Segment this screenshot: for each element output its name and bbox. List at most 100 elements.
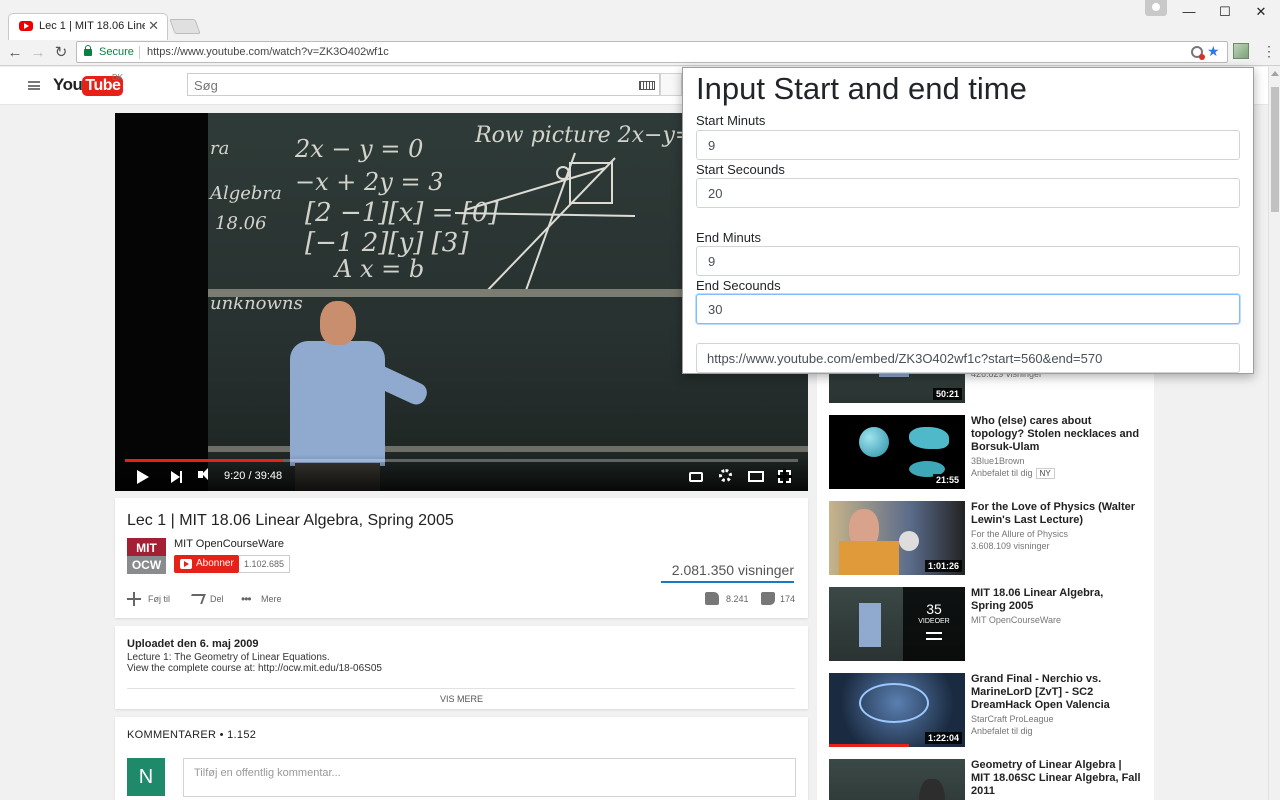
show-more-button[interactable]: VIS MERE: [115, 694, 808, 704]
add-to-button[interactable]: Føj til: [148, 594, 170, 604]
rec-meta: 3.608.109 visninger: [971, 541, 1050, 551]
description-card: Uploadet den 6. maj 2009 Lecture 1: The …: [115, 626, 808, 709]
thumbnail-figure: [859, 603, 881, 647]
upload-date: Uploadet den 6. maj 2009: [127, 638, 259, 650]
reload-icon[interactable]: ↻: [51, 43, 71, 63]
logo-country: DK: [112, 73, 124, 82]
new-badge: NY: [1035, 468, 1055, 479]
blocked-content-icon[interactable]: [1191, 46, 1205, 60]
video-thumbnail[interactable]: 21:55: [829, 415, 965, 489]
profile-icon[interactable]: [1145, 0, 1167, 16]
rec-channel: For the Allure of Physics: [971, 529, 1069, 539]
theater-mode-icon[interactable]: [748, 471, 764, 482]
end-seconds-label: End Secounds: [696, 278, 781, 293]
thumbs-down-icon[interactable]: [761, 592, 775, 605]
rec-title[interactable]: Who (else) cares about topology? Stolen …: [971, 415, 1141, 454]
address-bar[interactable]: Secure https://www.youtube.com/watch?v=Z…: [76, 41, 1228, 63]
subscriber-count: 1.102.685: [239, 555, 291, 573]
rec-channel: 3Blue1Brown: [971, 456, 1025, 466]
more-dots-icon[interactable]: •••: [241, 592, 252, 606]
thumbnail-shirt: [839, 541, 899, 575]
fullscreen-icon[interactable]: [777, 469, 792, 484]
end-seconds-input[interactable]: [696, 294, 1240, 324]
browser-toolbar: ← → ↻ Secure https://www.youtube.com/wat…: [0, 40, 1280, 66]
channel-avatar[interactable]: MIT OCW: [127, 538, 166, 574]
start-seconds-input[interactable]: [696, 178, 1240, 208]
add-to-icon[interactable]: [127, 592, 141, 606]
new-tab-button[interactable]: [169, 19, 201, 34]
youtube-logo[interactable]: You Tube DK: [53, 73, 124, 97]
omnibox-divider: [139, 46, 140, 59]
more-button[interactable]: Mere: [261, 594, 282, 604]
playlist-label: VIDEOER: [918, 618, 950, 625]
time-display: 9:20 / 39:48: [224, 470, 283, 482]
share-button[interactable]: Del: [210, 594, 224, 604]
hamburger-menu-icon[interactable]: [28, 81, 40, 90]
rec-channel: MIT OpenCourseWare: [971, 615, 1062, 625]
comment-input[interactable]: Tilføj en offentlig kommentar...: [183, 758, 796, 797]
list-item[interactable]: 35 VIDEOER MIT 18.06 Linear Algebra, Spr…: [829, 587, 1149, 665]
thumbs-up-icon[interactable]: [705, 592, 719, 605]
list-item[interactable]: Geometry of Linear Algebra | MIT 18.06SC…: [829, 759, 1149, 800]
description-divider: [127, 688, 795, 689]
playlist-thumbnail[interactable]: 35 VIDEOER: [829, 587, 965, 661]
video-thumbnail[interactable]: 1:01:26: [829, 501, 965, 575]
page-scrollbar[interactable]: [1268, 67, 1280, 800]
rec-channel: StarCraft ProLeague: [971, 714, 1054, 724]
subscribe-button[interactable]: Abonner: [174, 555, 239, 573]
like-count: 8.241: [726, 594, 749, 604]
description-line: View the complete course at: http://ocw.…: [127, 663, 382, 674]
embed-url-output[interactable]: https://www.youtube.com/embed/ZK3O402wf1…: [696, 343, 1240, 373]
share-icon[interactable]: [188, 594, 206, 604]
tab-close-icon[interactable]: ✕: [148, 18, 159, 34]
rec-title[interactable]: For the Love of Physics (Walter Lewin's …: [971, 501, 1141, 527]
browser-menu-icon[interactable]: ⋮: [1262, 43, 1276, 60]
list-item[interactable]: 21:55 Who (else) cares about topology? S…: [829, 415, 1149, 493]
search-input[interactable]: [194, 78, 614, 93]
extension-icon[interactable]: [1233, 43, 1249, 59]
browser-tab[interactable]: Lec 1 | MIT 18.06 Linear A ✕: [8, 13, 168, 40]
avatar: N: [127, 758, 165, 796]
rec-title[interactable]: Geometry of Linear Algebra | MIT 18.06SC…: [971, 759, 1141, 798]
close-window-button[interactable]: ✕: [1238, 2, 1280, 22]
video-thumbnail[interactable]: 1:22:04: [829, 673, 965, 747]
volume-icon[interactable]: [198, 468, 208, 480]
channel-name[interactable]: MIT OpenCourseWare: [174, 538, 284, 550]
progress-bar[interactable]: [125, 459, 798, 462]
next-icon[interactable]: [171, 471, 182, 483]
chalk-text: Algebra: [210, 183, 282, 204]
thumbnail-figure: [919, 779, 945, 800]
view-count: 2.081.350 visninger: [671, 562, 794, 578]
keyboard-icon[interactable]: [639, 81, 655, 90]
tab-title: Lec 1 | MIT 18.06 Linear A: [39, 20, 145, 32]
comments-card: KOMMENTARER • 1.152 N Tilføj en offentli…: [115, 717, 808, 800]
search-button[interactable]: [660, 73, 682, 96]
player-letterbox: [115, 113, 208, 491]
subtitles-icon[interactable]: [689, 472, 703, 482]
play-icon[interactable]: [137, 470, 149, 484]
list-item[interactable]: 1:01:26 For the Love of Physics (Walter …: [829, 501, 1149, 579]
list-item[interactable]: 1:22:04 Grand Final - Nerchio vs. Marine…: [829, 673, 1149, 751]
rec-title[interactable]: Grand Final - Nerchio vs. MarineLorD [Zv…: [971, 673, 1141, 712]
end-minutes-input[interactable]: [696, 246, 1240, 276]
scroll-thumb[interactable]: [1271, 87, 1279, 212]
forward-arrow-icon[interactable]: →: [28, 43, 48, 63]
chalk-text: 18.06: [215, 213, 267, 234]
thumbnail-shape: [909, 427, 949, 449]
watched-progress: [829, 744, 909, 747]
comments-count: 1.152: [227, 729, 257, 741]
scroll-up-arrow-icon[interactable]: [1271, 71, 1279, 76]
comments-title: KOMMENTARER: [127, 729, 217, 741]
start-minutes-input[interactable]: [696, 130, 1240, 160]
settings-gear-icon[interactable]: [719, 469, 732, 482]
dislike-count: 174: [780, 594, 796, 604]
rec-title[interactable]: MIT 18.06 Linear Algebra, Spring 2005: [971, 587, 1141, 613]
video-thumbnail[interactable]: [829, 759, 965, 800]
playlist-icon: [926, 632, 942, 640]
back-arrow-icon[interactable]: ←: [5, 43, 25, 63]
end-minutes-label: End Minuts: [696, 230, 762, 245]
bookmark-star-icon[interactable]: ★: [1207, 43, 1220, 60]
url-text[interactable]: https://www.youtube.com/watch?v=ZK3O402w…: [147, 46, 389, 58]
video-title: Lec 1 | MIT 18.06 Linear Algebra, Spring…: [127, 512, 454, 529]
search-box[interactable]: [187, 73, 660, 96]
